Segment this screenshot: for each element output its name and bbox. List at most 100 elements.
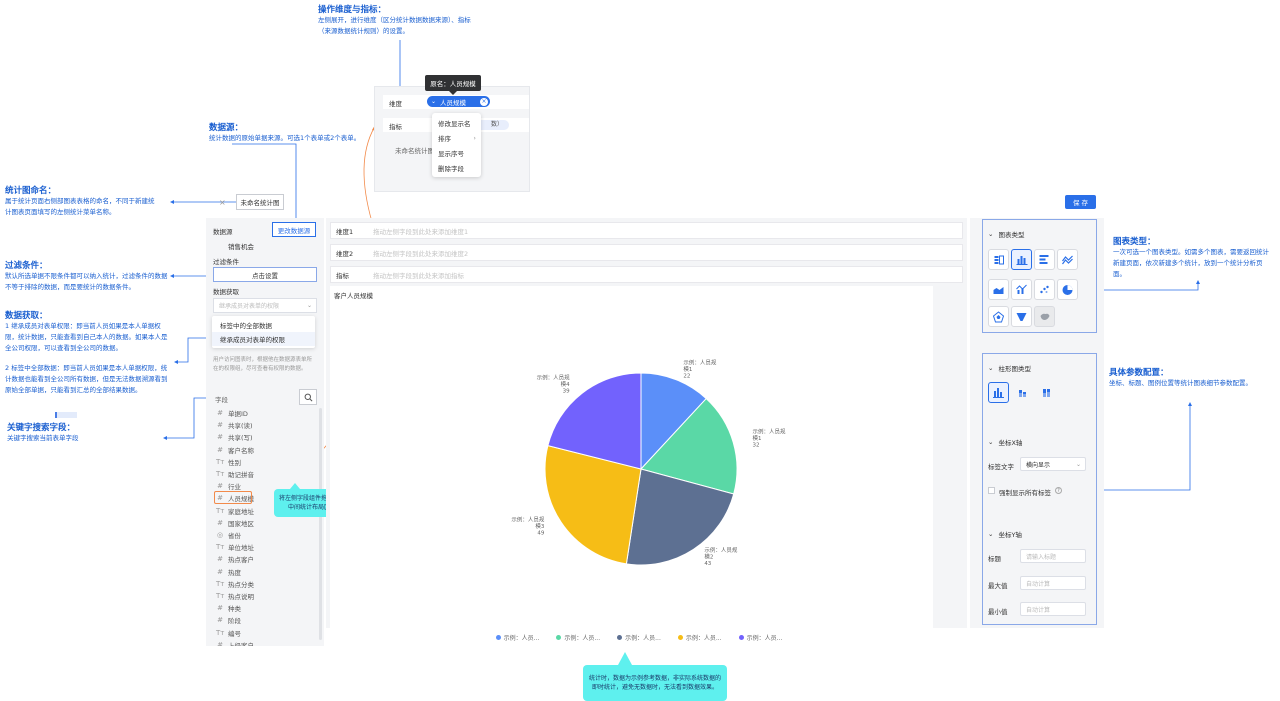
annotation-title: 数据获取： bbox=[5, 311, 48, 321]
field-item[interactable]: ◎ 省份 bbox=[216, 529, 241, 541]
field-item[interactable]: # 种类 bbox=[216, 602, 241, 614]
legend-item[interactable]: 示例：人员... bbox=[738, 632, 782, 642]
change-datasource-button[interactable]: 更改数据源 bbox=[272, 222, 316, 237]
dimension2-dropzone[interactable]: 拖动左侧字段到此处来添加维度2 bbox=[371, 246, 966, 259]
field-item[interactable]: # 热点客户 bbox=[216, 553, 254, 565]
legend-item[interactable]: 示例：人员... bbox=[495, 632, 539, 642]
text-icon: Tт bbox=[216, 457, 225, 466]
field-item[interactable]: Tт 编号 bbox=[216, 627, 241, 639]
bar-type-stacked[interactable] bbox=[1012, 382, 1033, 403]
chart-type-funnel[interactable] bbox=[1011, 306, 1032, 327]
menu-item-show-index[interactable]: 显示序号 bbox=[432, 145, 481, 160]
force-labels-checkbox[interactable] bbox=[988, 487, 995, 494]
fetch-option-selected[interactable]: 继承成员对表单的权限 bbox=[212, 332, 315, 346]
field-name: 共享(写) bbox=[228, 434, 253, 443]
menu-item-sort[interactable]: 排序 › bbox=[432, 130, 481, 145]
annotation-title: 操作维度与指标： bbox=[318, 5, 387, 15]
hash-icon: # bbox=[217, 616, 223, 625]
keyword-marker bbox=[55, 412, 77, 418]
field-name: 热点说明 bbox=[228, 593, 254, 601]
field-item[interactable]: # 阶段 bbox=[216, 614, 241, 626]
chart-type-scatter[interactable] bbox=[1034, 279, 1055, 300]
dimension1-dropzone[interactable]: 拖动左侧字段到此处来添加维度1 bbox=[371, 224, 966, 237]
field-item[interactable]: Tт 家庭地址 bbox=[216, 505, 254, 517]
chart-type-line[interactable] bbox=[1057, 249, 1078, 270]
y-max-input[interactable]: 自动计算 bbox=[1020, 576, 1086, 590]
hash-icon: # bbox=[217, 604, 223, 613]
bar-type-grouped[interactable] bbox=[988, 382, 1009, 403]
y-title-input[interactable]: 请输入标题 bbox=[1020, 549, 1086, 563]
hash-icon: # bbox=[217, 518, 223, 527]
field-item[interactable]: Tт 热点说明 bbox=[216, 590, 254, 602]
filter-button[interactable]: 点击设置 bbox=[213, 267, 317, 282]
chart-type-pie[interactable] bbox=[1057, 279, 1078, 300]
pie-legend: 示例：人员... 示例：人员... 示例：人员... 示例：人员... 示例：人员... bbox=[494, 632, 784, 642]
legend-label: 示例：人员... bbox=[564, 634, 601, 642]
field-item[interactable]: Tт 热点分类 bbox=[216, 578, 254, 590]
field-item[interactable]: # 国家地区 bbox=[216, 517, 254, 529]
y-axis-head[interactable]: ⌄ 坐标Y轴 bbox=[988, 529, 1022, 539]
close-icon[interactable]: × bbox=[480, 97, 488, 106]
chart-type-head[interactable]: ⌄ 图表类型 bbox=[988, 229, 1024, 239]
y-min-input[interactable]: 自动计算 bbox=[1020, 602, 1086, 616]
popup-chip[interactable]: ⌄ 人员规模 × bbox=[427, 96, 490, 107]
popup-tooltip-arrow bbox=[449, 91, 457, 95]
chart-type-map[interactable] bbox=[1034, 306, 1055, 327]
chart-name-input[interactable]: 未命名统计图 bbox=[236, 194, 284, 210]
field-item[interactable]: # 共享(读) bbox=[216, 419, 253, 431]
field-item[interactable]: Tт 单位地址 bbox=[216, 541, 254, 553]
chart-type-bar[interactable] bbox=[1034, 249, 1055, 270]
chart-type-area[interactable] bbox=[988, 279, 1009, 300]
help-icon[interactable]: ? bbox=[1055, 487, 1062, 494]
save-button[interactable]: 保 存 bbox=[1065, 195, 1096, 209]
chart-name-value: 未命名统计图 bbox=[240, 199, 280, 207]
label-text-select[interactable]: 横向显示 ⌄ bbox=[1020, 457, 1086, 471]
chart-type-horizontal-bar-table[interactable] bbox=[988, 249, 1009, 270]
y-title-placeholder: 请输入标题 bbox=[1026, 553, 1057, 561]
hash-icon: # bbox=[217, 567, 223, 576]
field-list-scrollbar[interactable] bbox=[319, 408, 322, 640]
datasource-value: 销售机会 bbox=[228, 243, 254, 251]
hash-icon: # bbox=[217, 555, 223, 564]
drag-tip-arrow bbox=[290, 483, 300, 489]
x-axis-head[interactable]: ⌄ 坐标X轴 bbox=[988, 437, 1022, 447]
annotation-spacer bbox=[5, 354, 180, 363]
legend-item[interactable]: 示例：人员... bbox=[617, 632, 661, 642]
slice-label: 示例：人员规模3 49 bbox=[511, 516, 545, 537]
hash-icon: # bbox=[217, 433, 223, 442]
map-chart-icon bbox=[1040, 313, 1050, 320]
menu-item-delete-field[interactable]: 删除字段 bbox=[432, 160, 481, 175]
change-datasource-label: 更改数据源 bbox=[277, 226, 311, 235]
annotation-line: 限，统计数据，只能查看到自己本人的数据。如果本人是 bbox=[5, 333, 168, 341]
annotation-title: 关键字搜索字段： bbox=[7, 423, 76, 433]
bar-type-percent[interactable] bbox=[1036, 382, 1057, 403]
popup-context-menu: 修改显示名 排序 › 显示序号 删除字段 bbox=[432, 113, 481, 177]
field-item[interactable]: # 热度 bbox=[216, 566, 241, 578]
field-item[interactable]: Tт 性别 bbox=[216, 456, 241, 468]
annotation-line: 属于统计页面右侧部图表表格的命名，不同于新建统 bbox=[5, 197, 155, 205]
chart-type-column[interactable] bbox=[1011, 249, 1032, 270]
chart-type-combo[interactable] bbox=[1011, 279, 1032, 300]
field-item[interactable]: Tт 助记拼音 bbox=[216, 468, 254, 480]
chevron-down-icon: ⌄ bbox=[988, 530, 994, 538]
fetch-select[interactable]: 继承成员对表单的权限 ⌄ bbox=[213, 298, 317, 313]
field-item[interactable]: # 上级客户 bbox=[216, 639, 254, 646]
metric-dropzone[interactable]: 拖动左侧字段到此处来添加指标 bbox=[371, 268, 966, 281]
legend-item[interactable]: 示例：人员... bbox=[556, 632, 600, 642]
menu-item-rename[interactable]: 修改显示名 bbox=[432, 115, 481, 130]
bar-type-head[interactable]: ⌄ 柱形图类型 bbox=[988, 363, 1031, 373]
chart-type-radar[interactable] bbox=[988, 306, 1009, 327]
legend-item[interactable]: 示例：人员... bbox=[677, 632, 722, 642]
field-item[interactable]: # 客户名称 bbox=[216, 444, 254, 456]
field-name: 单位地址 bbox=[228, 544, 254, 553]
popup-chip-label: 人员规模 bbox=[440, 98, 467, 107]
fetch-option[interactable]: 标签中的全部数据 bbox=[212, 318, 315, 332]
slice-label-line: 示例：人员规 bbox=[537, 373, 571, 381]
slice-label-line: 模4 bbox=[561, 380, 571, 388]
annotation-line: （来源数据统计规则）的设置。 bbox=[318, 27, 409, 35]
field-search-button[interactable] bbox=[299, 389, 317, 405]
field-item[interactable]: # 共享(写) bbox=[216, 431, 253, 443]
y-min-label: 最小值 bbox=[988, 608, 1008, 616]
slice-label-line: 模2 bbox=[704, 552, 713, 560]
field-item[interactable]: # 单据ID bbox=[216, 407, 248, 419]
